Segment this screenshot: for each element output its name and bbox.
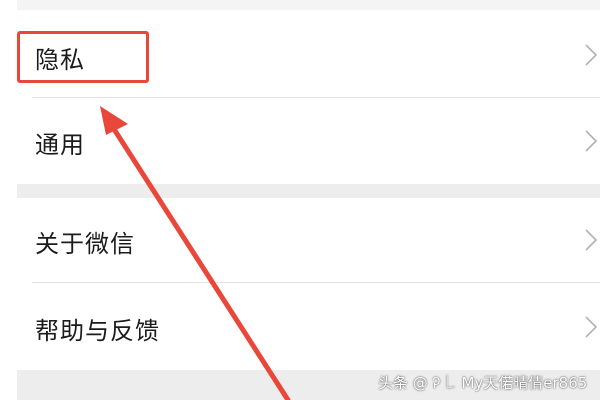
settings-item-general[interactable]: 通用 [17, 99, 600, 184]
watermark: 头条 @ Ꭾ ꒒ My天偌晴倩er865 [378, 374, 588, 392]
chevron-right-icon [585, 44, 598, 66]
settings-item-about-wechat[interactable]: 关于微信 [17, 198, 600, 283]
settings-item-privacy[interactable]: 隐私 [17, 12, 600, 98]
section-separator [17, 184, 600, 198]
settings-item-help-feedback[interactable]: 帮助与反馈 [17, 284, 600, 370]
settings-item-label: 通用 [35, 131, 85, 159]
chevron-right-icon [585, 130, 598, 152]
row-divider [32, 282, 600, 283]
settings-item-label: 关于微信 [35, 230, 135, 258]
row-divider [32, 97, 600, 98]
chevron-right-icon [585, 229, 598, 251]
section-separator-top [17, 0, 600, 10]
settings-page: 隐私 通用 关于微信 帮助与反馈 头条 @ Ꭾ ꒒ My天偌晴倩er865 [0, 0, 600, 400]
settings-item-label: 隐私 [35, 46, 85, 74]
chevron-right-icon [585, 316, 598, 338]
settings-item-label: 帮助与反馈 [35, 317, 160, 345]
